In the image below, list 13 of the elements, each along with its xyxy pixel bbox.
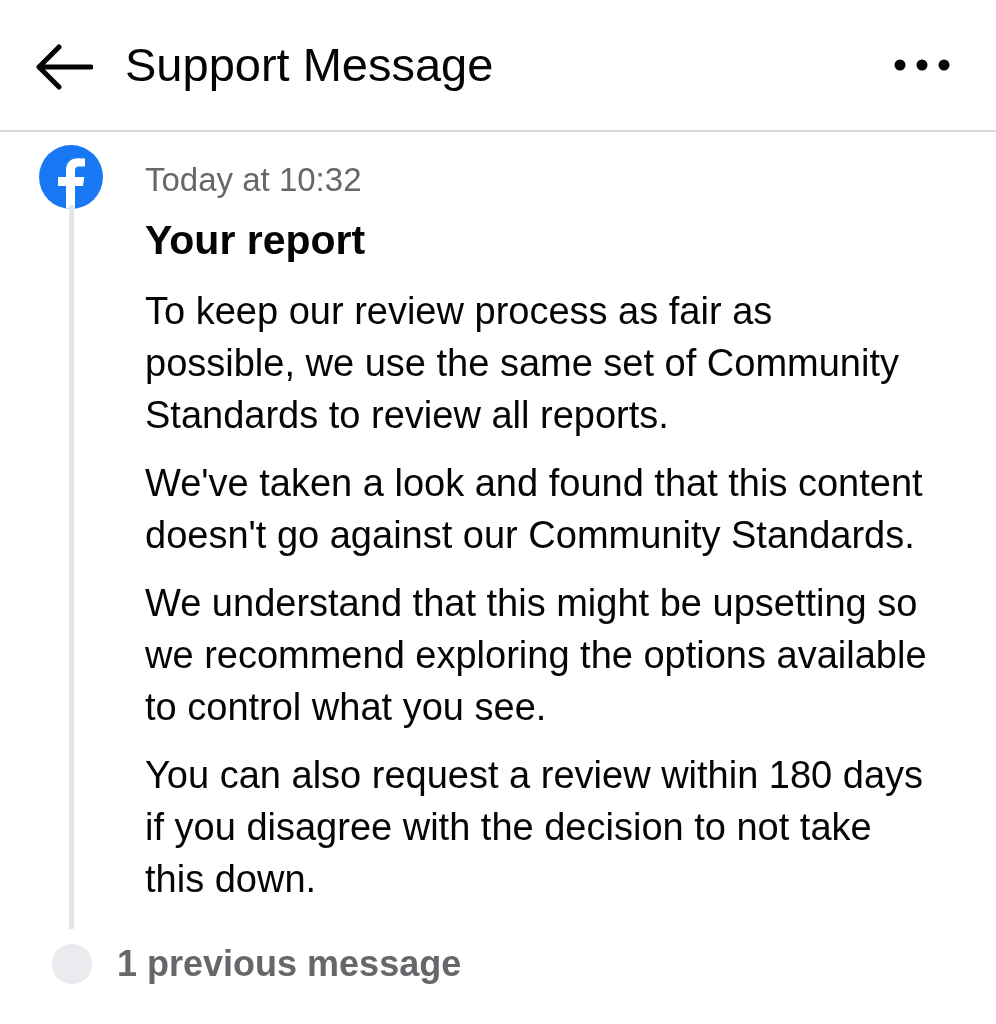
page-title: Support Message <box>125 37 495 93</box>
logo-icon <box>39 145 103 209</box>
back-button[interactable] <box>35 44 93 90</box>
message-paragraph: We've taken a look and found that this content doesn't go against our Community Standards. <box>145 461 924 558</box>
message-paragraph: To keep our review process as fair as possible, we use the same set of Community Standards to review all reports. <box>145 289 900 438</box>
more-icon <box>894 59 950 71</box>
message-paragraph: We understand that this might be upsetting so we recommend exploring the options available to control what you see. <box>145 581 928 730</box>
previous-messages-link[interactable]: 1 previous message <box>117 942 462 986</box>
message-paragraph: You can also request a review within 180 days if you disagree with the decision to not take this down. <box>145 753 925 902</box>
message-title: Your report <box>145 216 367 264</box>
message-timestamp: Today at 10:32 <box>145 160 363 200</box>
more-options-button[interactable] <box>894 59 950 71</box>
back-arrow-icon <box>35 44 93 90</box>
